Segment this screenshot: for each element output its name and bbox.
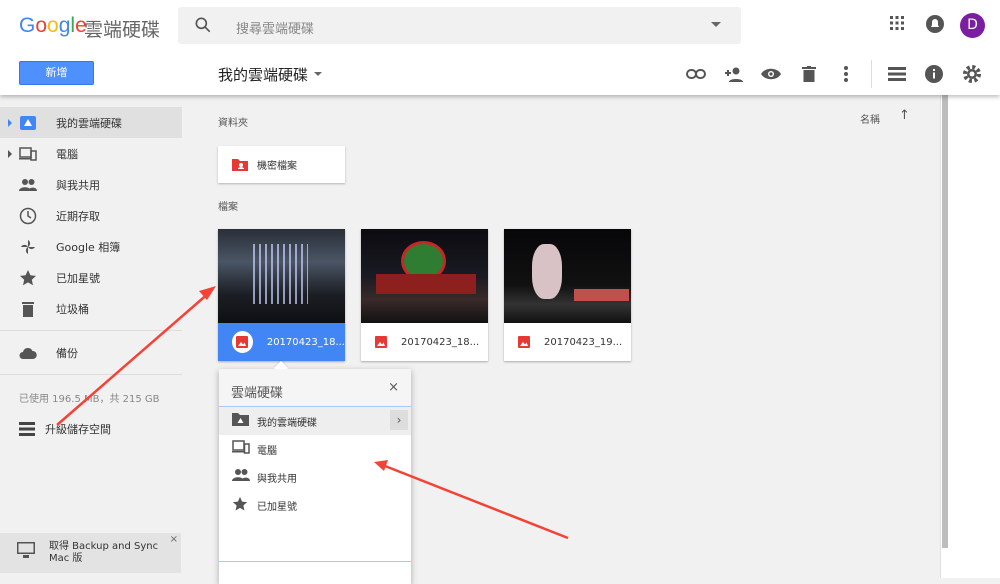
breadcrumb-label: 我的雲端硬碟: [218, 66, 309, 84]
sidebar-item-my-drive[interactable]: 我的雲端硬碟: [0, 107, 182, 138]
sort-by-name[interactable]: 名稱: [860, 111, 880, 126]
sidebar-item-backups[interactable]: 備份: [0, 337, 182, 368]
settings-gear-icon[interactable]: [960, 62, 984, 86]
backup-sync-promo[interactable]: 取得 Backup and Sync Mac 版 ×: [0, 533, 181, 573]
popup-item-my-drive[interactable]: 我的雲端硬碟 ›: [219, 407, 411, 435]
file-card[interactable]: 20170423_18...: [361, 229, 488, 361]
popup-item-label: 電腦: [257, 445, 277, 457]
cloud-icon: [19, 347, 37, 359]
people-icon: [19, 179, 37, 191]
link-icon[interactable]: [684, 62, 708, 86]
star-icon: [232, 496, 248, 511]
move-to-popup: 雲端硬碟 × 我的雲端硬碟 › 電腦 與我共用 已加星號: [219, 360, 411, 584]
preview-eye-icon[interactable]: [759, 62, 783, 86]
popup-item-computers[interactable]: 電腦: [219, 435, 411, 463]
storage-usage: 已使用 196.5 MB，共 215 GB: [19, 394, 160, 405]
promo-text: 取得 Backup and Sync Mac 版: [49, 541, 159, 564]
folder-name: 機密檔案: [257, 161, 297, 172]
sidebar-item-recent[interactable]: 近期存取: [0, 200, 182, 231]
folders-heading: 資料夾: [218, 118, 248, 129]
sidebar-item-label: 我的雲端硬碟: [56, 116, 122, 130]
image-file-icon: [518, 336, 530, 348]
upgrade-storage-link[interactable]: 升級儲存空間: [19, 421, 111, 437]
close-popup-button[interactable]: ×: [388, 380, 399, 395]
file-thumbnail: [218, 229, 345, 323]
scrollbar[interactable]: [942, 95, 948, 548]
add-person-icon[interactable]: [722, 62, 746, 86]
file-thumbnail: [504, 229, 631, 323]
image-file-icon: [375, 336, 387, 348]
sidebar-item-label: 垃圾桶: [56, 302, 89, 316]
breadcrumb[interactable]: 我的雲端硬碟: [218, 64, 323, 85]
people-icon: [232, 469, 250, 481]
drive-folder-icon: [232, 413, 249, 426]
upgrade-label: 升級儲存空間: [45, 423, 111, 436]
computer-icon: [19, 147, 37, 161]
sidebar-item-label: 近期存取: [56, 209, 100, 223]
google-logo[interactable]: Google: [19, 14, 87, 38]
shared-folder-icon: [232, 159, 248, 171]
product-name: 雲端硬碟: [84, 19, 161, 41]
popup-title: 雲端硬碟: [231, 386, 284, 401]
clock-icon: [19, 207, 37, 225]
file-name: 20170423_19...: [544, 336, 623, 348]
sidebar: 我的雲端硬碟 電腦 與我共用 近期存取 Google 相簿 已加星號 垃圾桶 備…: [0, 107, 182, 381]
popup-header: 雲端硬碟 ×: [219, 369, 411, 407]
sidebar-item-computers[interactable]: 電腦: [0, 138, 182, 169]
popup-item-label: 我的雲端硬碟: [257, 417, 317, 429]
files-heading: 檔案: [218, 202, 238, 213]
file-card[interactable]: 20170423_19...: [504, 229, 631, 361]
image-file-icon: [232, 331, 253, 353]
open-folder-chevron-icon[interactable]: ›: [390, 410, 408, 430]
trash-icon: [22, 302, 34, 317]
search-input[interactable]: 搜尋雲端硬碟: [178, 7, 741, 44]
info-icon[interactable]: [922, 62, 946, 86]
expand-icon[interactable]: [8, 150, 12, 158]
more-options-icon[interactable]: [834, 62, 858, 86]
right-panel: [940, 95, 1000, 578]
notifications-icon[interactable]: [925, 14, 945, 34]
sidebar-item-label: Google 相簿: [56, 240, 121, 254]
popup-footer-divider: [219, 561, 411, 562]
sidebar-item-label: 與我共用: [56, 178, 100, 192]
sidebar-item-label: 電腦: [56, 147, 78, 161]
trash-icon[interactable]: [797, 62, 821, 86]
list-view-icon[interactable]: [885, 62, 909, 86]
close-promo-button[interactable]: ×: [170, 534, 178, 545]
popup-item-label: 與我共用: [257, 473, 297, 485]
storage-icon: [19, 422, 35, 436]
sidebar-item-trash[interactable]: 垃圾桶: [0, 293, 182, 324]
pinwheel-icon: [21, 240, 35, 254]
header: Google 雲端硬碟 搜尋雲端硬碟 D 新增 我的雲端硬碟: [0, 0, 1000, 95]
file-name: 20170423_18...: [266, 336, 345, 348]
folder-item[interactable]: 機密檔案: [218, 146, 345, 183]
sidebar-item-label: 備份: [56, 346, 78, 360]
popup-item-label: 已加星號: [257, 501, 297, 513]
search-options-icon[interactable]: [711, 22, 721, 32]
sidebar-divider: [0, 374, 182, 375]
new-button[interactable]: 新增: [19, 61, 94, 85]
search-placeholder: 搜尋雲端硬碟: [236, 22, 315, 37]
star-icon: [20, 270, 36, 286]
sidebar-item-label: 已加星號: [56, 271, 100, 285]
file-thumbnail: [361, 229, 488, 323]
chevron-down-icon: [314, 71, 323, 80]
search-icon[interactable]: [193, 15, 213, 35]
computer-icon: [232, 440, 250, 454]
toolbar-divider: [871, 60, 872, 88]
expand-icon[interactable]: [8, 119, 12, 127]
file-name: 20170423_18...: [401, 336, 480, 348]
sidebar-divider: [0, 330, 182, 331]
drive-icon: [20, 116, 36, 130]
avatar[interactable]: D: [960, 13, 985, 38]
file-card[interactable]: 20170423_18...: [218, 229, 345, 361]
popup-item-shared[interactable]: 與我共用: [219, 463, 411, 491]
sort-direction-arrow-icon[interactable]: ↑: [899, 108, 910, 123]
popup-item-starred[interactable]: 已加星號: [219, 491, 411, 519]
apps-icon[interactable]: [888, 14, 906, 32]
sidebar-item-photos[interactable]: Google 相簿: [0, 231, 182, 262]
sidebar-item-starred[interactable]: 已加星號: [0, 262, 182, 293]
sidebar-item-shared[interactable]: 與我共用: [0, 169, 182, 200]
monitor-icon: [17, 542, 35, 558]
